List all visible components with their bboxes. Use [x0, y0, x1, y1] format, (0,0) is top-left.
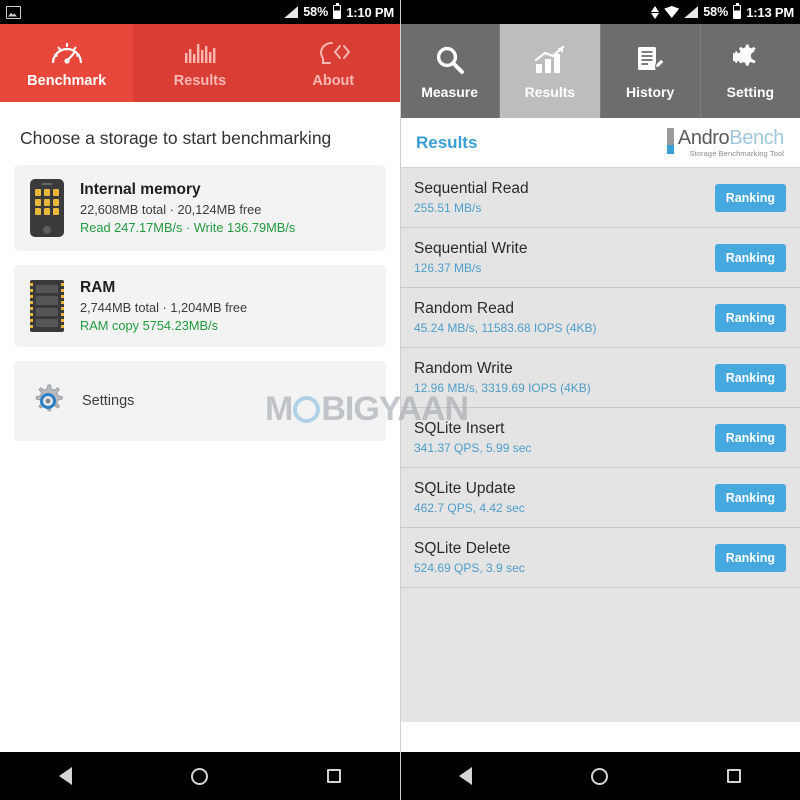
table-row[interactable]: Sequential Write 126.37 MB/s Ranking — [400, 228, 800, 288]
logo-tagline: Storage Benchmarking Tool — [689, 148, 784, 158]
benchmark-body: Choose a storage to start benchmarking I… — [0, 102, 400, 800]
bar-chart-icon — [184, 38, 216, 68]
tab-setting-label: Setting — [726, 83, 775, 100]
benchmark-value: 524.69 QPS, 3.9 sec — [414, 561, 525, 575]
recents-icon[interactable] — [726, 769, 741, 783]
speedometer-icon — [50, 38, 84, 68]
ranking-button[interactable]: Ranking — [714, 303, 786, 332]
battery-percent: 58% — [303, 5, 329, 19]
benchmark-name: Sequential Write — [414, 240, 528, 257]
phone-storage-icon — [30, 179, 64, 237]
ranking-button[interactable]: Ranking — [714, 243, 786, 272]
storage-speed: Read 247.17MB/s · Write 136.79MB/s — [80, 220, 296, 235]
storage-card-ram[interactable]: RAM 2,744MB total · 1,204MB free RAM cop… — [14, 265, 386, 347]
benchmark-value: 126.37 MB/s — [414, 261, 482, 275]
table-row[interactable]: SQLite Insert 341.37 QPS, 5.99 sec Ranki… — [400, 408, 800, 468]
table-row[interactable]: Random Read 45.24 MB/s, 11583.68 IOPS (4… — [400, 288, 800, 348]
ranking-button[interactable]: Ranking — [714, 363, 786, 392]
dual-screenshot: 58% 1:10 PM Benchmark Results About Choo… — [0, 0, 800, 800]
storage-speed: RAM copy 5754.23MB/s — [80, 318, 218, 333]
tab-measure-label: Measure — [421, 83, 479, 100]
signal-icon — [284, 6, 299, 18]
table-row[interactable]: Random Write 12.96 MB/s, 3319.69 IOPS (4… — [400, 348, 800, 408]
ranking-button[interactable]: Ranking — [714, 423, 786, 452]
left-panel-benchmark-app: 58% 1:10 PM Benchmark Results About Choo… — [0, 0, 400, 800]
table-row[interactable]: Sequential Read 255.51 MB/s Ranking — [400, 168, 800, 228]
benchmark-value: 255.51 MB/s — [414, 201, 482, 215]
right-navigation-bar — [400, 752, 800, 800]
table-row[interactable]: SQLite Update 462.7 QPS, 4.42 sec Rankin… — [400, 468, 800, 528]
benchmark-value: 462.7 QPS, 4.42 sec — [414, 501, 525, 515]
panel-divider — [400, 0, 401, 800]
benchmark-value: 12.96 MB/s, 3319.69 IOPS (4KB) — [414, 381, 591, 395]
gears-icon — [733, 43, 767, 77]
back-icon[interactable] — [459, 767, 473, 785]
gear-icon — [30, 383, 66, 419]
signal-icon — [684, 6, 699, 18]
clock: 1:10 PM — [346, 4, 394, 20]
recents-icon[interactable] — [326, 769, 341, 783]
left-navigation-bar — [0, 752, 400, 800]
benchmark-value: 341.37 QPS, 5.99 sec — [414, 441, 532, 455]
tab-results-label: Results — [524, 83, 576, 100]
storage-capacity: 2,744MB total · 1,204MB free — [80, 300, 248, 315]
clock: 1:13 PM — [746, 4, 794, 20]
androbench-tab-bar: Measure Results History Setting — [400, 24, 800, 118]
androbench-logo: AndroBench Storage Benchmarking Tool — [666, 126, 784, 158]
results-title: Results — [416, 132, 478, 152]
tab-measure[interactable]: Measure — [400, 24, 501, 118]
tab-benchmark-label: Benchmark — [27, 72, 107, 89]
logo-mark-icon — [666, 127, 674, 154]
logo-andro: Andro — [677, 126, 730, 149]
benchmark-name: Random Write — [414, 360, 513, 377]
benchmark-name: Sequential Read — [414, 180, 529, 197]
settings-label: Settings — [82, 393, 135, 409]
wifi-icon — [664, 6, 680, 18]
home-icon[interactable] — [590, 767, 608, 785]
tab-benchmark[interactable]: Benchmark — [0, 24, 134, 102]
left-status-bar: 58% 1:10 PM — [0, 0, 400, 24]
page-title: Choose a storage to start benchmarking — [20, 128, 332, 148]
ranking-button[interactable]: Ranking — [714, 543, 786, 572]
table-row[interactable]: SQLite Delete 524.69 QPS, 3.9 sec Rankin… — [400, 528, 800, 588]
benchmark-tab-bar: Benchmark Results About — [0, 24, 400, 102]
tab-history[interactable]: History — [601, 24, 701, 118]
tab-results-label: Results — [173, 72, 227, 89]
tab-about-label: About — [312, 72, 355, 89]
logo-bench: Bench — [729, 126, 784, 149]
tab-history-label: History — [626, 83, 675, 100]
results-list: Sequential Read 255.51 MB/s Ranking Sequ… — [400, 168, 800, 722]
home-icon[interactable] — [190, 767, 208, 785]
tab-results[interactable]: Results — [133, 24, 266, 102]
ranking-button[interactable]: Ranking — [714, 483, 786, 512]
growth-chart-icon — [534, 43, 566, 77]
storage-card-internal-memory[interactable]: Internal memory 22,608MB total · 20,124M… — [14, 165, 386, 251]
magnifier-icon — [434, 43, 466, 77]
ram-module-icon — [30, 280, 64, 332]
tab-setting[interactable]: Setting — [701, 24, 800, 118]
sync-icon — [651, 6, 659, 19]
back-icon[interactable] — [59, 767, 73, 785]
storage-name: Internal memory — [80, 181, 201, 198]
ranking-button[interactable]: Ranking — [714, 183, 786, 212]
document-pencil-icon — [634, 43, 666, 77]
results-header: Results AndroBench Storage Benchmarking … — [400, 118, 800, 168]
benchmark-name: SQLite Update — [414, 480, 516, 497]
benchmark-name: SQLite Insert — [414, 420, 505, 437]
settings-row[interactable]: Settings — [14, 361, 386, 441]
head-code-icon — [316, 38, 351, 68]
battery-icon — [733, 3, 742, 19]
right-status-bar: 58% 1:13 PM — [400, 0, 800, 24]
tab-results[interactable]: Results — [500, 24, 601, 118]
storage-name: RAM — [80, 279, 116, 296]
battery-percent: 58% — [703, 5, 729, 19]
battery-icon — [333, 3, 342, 19]
benchmark-value: 45.24 MB/s, 11583.68 IOPS (4KB) — [414, 321, 597, 335]
benchmark-name: SQLite Delete — [414, 540, 511, 557]
right-panel-androbench-app: 58% 1:13 PM Measure Results History Sett… — [400, 0, 800, 800]
storage-capacity: 22,608MB total · 20,124MB free — [80, 202, 262, 217]
tab-about[interactable]: About — [267, 24, 400, 102]
photo-icon — [6, 5, 21, 19]
benchmark-name: Random Read — [414, 300, 514, 317]
